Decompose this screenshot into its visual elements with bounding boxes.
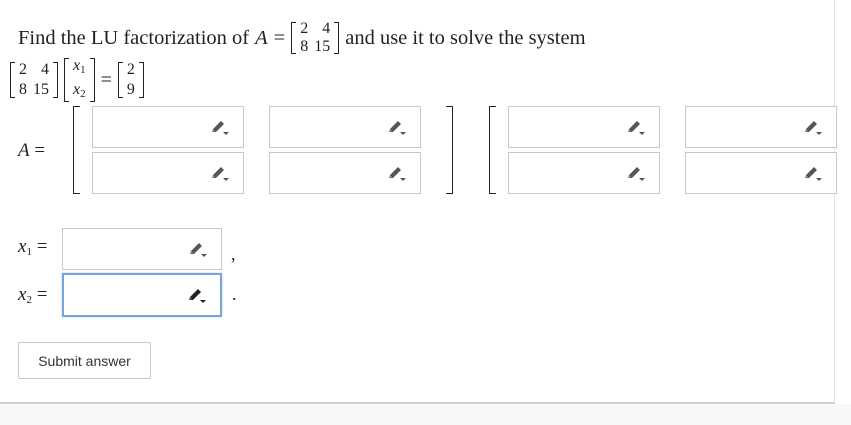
l-matrix-field[interactable]: [269, 152, 421, 194]
matrix-symbol: A: [255, 26, 268, 49]
matrix-a-cell: 2: [300, 20, 309, 37]
var-subscript: 2: [80, 88, 86, 100]
system-rhs-vector: 2 9: [117, 60, 144, 100]
x1-comma: ,: [231, 244, 236, 264]
rhs-cell: 9: [126, 81, 135, 98]
x2-equals: =: [36, 284, 48, 305]
pencil-icon[interactable]: [802, 118, 824, 136]
coeff-cell: 2: [19, 61, 27, 78]
equals-sign: =: [273, 26, 286, 49]
pencil-icon[interactable]: [802, 164, 824, 182]
x1-equals: =: [36, 236, 48, 257]
panel-border-right: [834, 0, 835, 403]
x1-label: x1 =: [18, 236, 47, 258]
l-matrix-right-bracket: [446, 106, 453, 194]
matrix-a-cell: 8: [300, 38, 309, 55]
x2-label: x2 =: [18, 284, 47, 306]
x2-input[interactable]: [62, 273, 222, 317]
matrix-a: 2 4 8 15: [291, 20, 340, 56]
system-coefficient-matrix: 2 4 8 15: [10, 60, 58, 100]
u-matrix-field[interactable]: [685, 152, 837, 194]
coeff-cell: 8: [19, 81, 27, 98]
pencil-icon[interactable]: [625, 118, 647, 136]
coeff-cell: 4: [41, 61, 49, 78]
l-matrix-field[interactable]: [269, 106, 421, 148]
pencil-icon[interactable]: [625, 164, 647, 182]
x2-subscript: 2: [26, 294, 32, 306]
system-equals: =: [100, 68, 112, 91]
var-subscript: 1: [80, 64, 86, 76]
pencil-icon[interactable]: [186, 286, 208, 304]
l-matrix-field[interactable]: [92, 152, 244, 194]
linear-system: 2 4 8 15 x1 x2 = 2 9: [10, 57, 144, 103]
matrix-a-cell: 15: [314, 38, 331, 55]
problem-statement: Find the LU factorization of A = 2 4 8 1…: [18, 16, 586, 60]
submit-answer-button[interactable]: Submit answer: [18, 342, 151, 379]
matrix-a-cell: 4: [322, 20, 331, 37]
problem-tail: and use it to solve the system: [345, 26, 586, 49]
l-matrix-left-bracket: [73, 106, 80, 194]
x1-subscript: 1: [26, 246, 32, 258]
pencil-icon[interactable]: [386, 164, 408, 182]
lu-label-equals: =: [34, 140, 46, 161]
pencil-icon[interactable]: [209, 164, 231, 182]
coeff-cell: 15: [33, 81, 49, 98]
x1-input[interactable]: [62, 228, 222, 270]
u-matrix-field[interactable]: [685, 106, 837, 148]
pencil-icon[interactable]: [209, 118, 231, 136]
pencil-icon[interactable]: [187, 240, 209, 258]
l-matrix-field[interactable]: [92, 106, 244, 148]
page-footer-area: [0, 404, 851, 425]
u-matrix-left-bracket: [489, 106, 496, 194]
x2-period: .: [232, 284, 237, 304]
pencil-icon[interactable]: [386, 118, 408, 136]
problem-intro: Find the LU factorization of: [18, 26, 250, 49]
u-matrix-field[interactable]: [508, 152, 660, 194]
lu-label-symbol: A: [18, 140, 30, 161]
rhs-cell: 2: [126, 61, 135, 78]
u-matrix-field[interactable]: [508, 106, 660, 148]
system-variable-vector: x1 x2: [64, 56, 95, 104]
lu-label: A =: [18, 140, 45, 162]
